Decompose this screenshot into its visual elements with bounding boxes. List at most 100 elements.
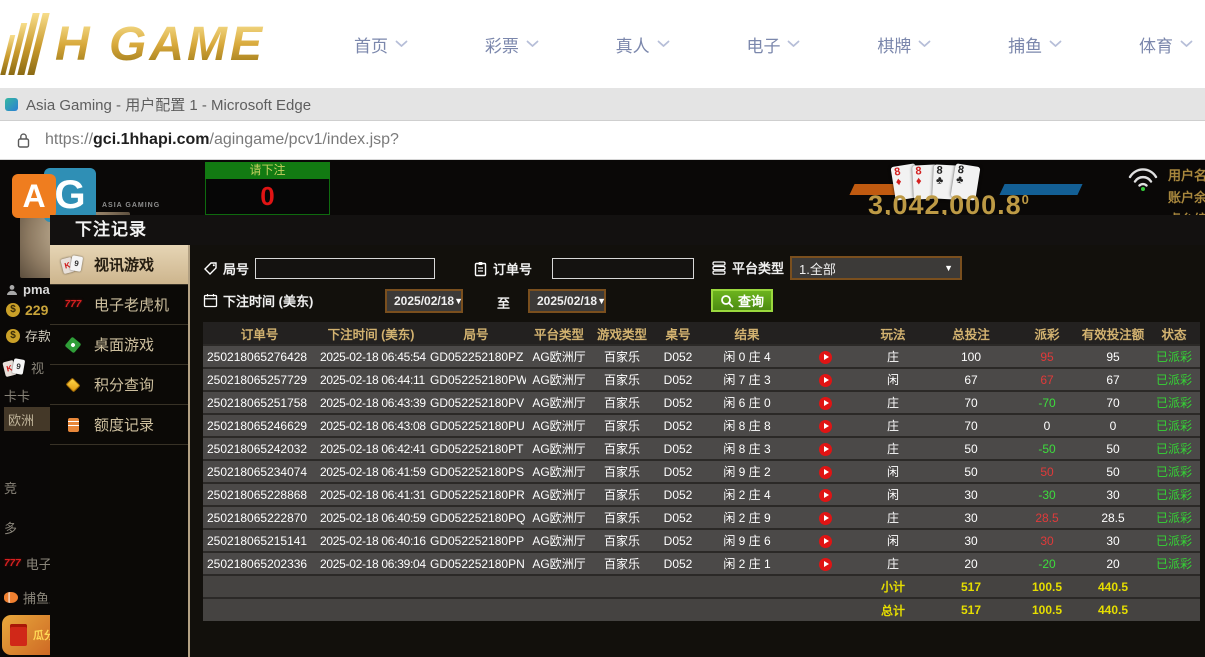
cell-game_type: 百家乐 — [592, 414, 652, 437]
cell-payout: -20 — [1016, 552, 1078, 575]
bg-menu-item-4[interactable]: 多 — [4, 518, 17, 537]
total-row: 总计517100.5440.5 — [203, 598, 1200, 621]
col-header-total_bet: 总投注 — [926, 322, 1016, 345]
total-cell-order_id — [203, 598, 316, 621]
chevron-down-icon — [918, 40, 931, 48]
bg-menu-label: 欧洲 — [8, 410, 34, 429]
round-input[interactable] — [255, 258, 435, 279]
cell-result: 闲 2 庄 4 — [704, 483, 790, 506]
subtotal-cell-game_type — [592, 575, 652, 598]
cell-round_id: GD052252180PW — [426, 368, 526, 391]
cell-status: 已派彩 — [1148, 391, 1200, 414]
modal-content: 局号 订单号 平台类型 1.全部 ▼ — [190, 245, 1205, 657]
subtotal-cell-order_id — [203, 575, 316, 598]
subtotal-cell-valid_bet: 440.5 — [1078, 575, 1148, 598]
cell-status: 已派彩 — [1148, 483, 1200, 506]
sidebar-item-label: 额度记录 — [94, 414, 154, 435]
col-header-round_id: 局号 — [426, 322, 526, 345]
cell-round_id: GD052252180PR — [426, 483, 526, 506]
cell-status: 已派彩 — [1148, 414, 1200, 437]
total-cell-play — [790, 598, 860, 621]
cell-bet_time: 2025-02-18 06:42:41 — [316, 437, 426, 460]
nav-item-label: 真人 — [616, 32, 650, 57]
table-row: 2502180652288682025-02-18 06:41:31GD0522… — [203, 483, 1200, 506]
play-icon[interactable] — [819, 558, 832, 571]
cell-total_bet: 70 — [926, 391, 1016, 414]
window-title: Asia Gaming - 用户配置 1 - Microsoft Edge — [26, 94, 311, 115]
nav-item-5[interactable]: 捕鱼 — [1002, 32, 1068, 57]
play-icon[interactable] — [819, 535, 832, 548]
cell-order_id: 250218065251758 — [203, 391, 316, 414]
sidebar-item-3[interactable]: 积分查询 — [50, 365, 188, 405]
sidebar-item-0[interactable]: K9视讯游戏 — [50, 245, 188, 285]
play-icon[interactable] — [819, 397, 832, 410]
subtotal-cell-total_bet: 517 — [926, 575, 1016, 598]
col-header-result: 结果 — [704, 322, 790, 345]
bg-menu-item-5[interactable]: 777电子 — [4, 554, 52, 573]
bg-menu-item-3[interactable]: 竞 — [4, 478, 17, 497]
subtotal-cell-platform — [526, 575, 592, 598]
nav-item-3[interactable]: 电子 — [740, 32, 806, 57]
sidebar-item-1[interactable]: 777电子老虎机 — [50, 285, 188, 325]
play-icon[interactable] — [819, 466, 832, 479]
table-row: 2502180652023362025-02-18 06:39:04GD0522… — [203, 552, 1200, 575]
nav-item-0[interactable]: 首页 — [348, 32, 414, 57]
cell-table_no: D052 — [652, 552, 704, 575]
tag-icon — [203, 261, 218, 276]
subtotal-cell-status — [1148, 575, 1200, 598]
cell-platform: AG欧洲厅 — [526, 437, 592, 460]
ag-logo-subtitle: ASIA GAMING — [102, 202, 160, 209]
date-from-select[interactable]: 2025/02/18 ▼ — [385, 289, 463, 313]
bg-right-label-1: 账户余额 — [1168, 187, 1205, 206]
logo-text: H GAME — [55, 17, 265, 72]
cell-round_id: GD052252180PN — [426, 552, 526, 575]
sidebar-item-2[interactable]: 桌面游戏 — [50, 325, 188, 365]
order-input[interactable] — [552, 258, 694, 279]
table-row: 2502180652340742025-02-18 06:41:59GD0522… — [203, 460, 1200, 483]
nav-item-1[interactable]: 彩票 — [479, 32, 545, 57]
lock-icon[interactable] — [16, 132, 31, 149]
play-icon[interactable] — [819, 512, 832, 525]
modal-sidebar: K9视讯游戏777电子老虎机桌面游戏积分查询额度记录 — [50, 245, 190, 657]
table-row: 2502180652517582025-02-18 06:43:39GD0522… — [203, 391, 1200, 414]
cell-game_type: 百家乐 — [592, 460, 652, 483]
total-cell-bet_time — [316, 598, 426, 621]
cell-order_id: 250218065234074 — [203, 460, 316, 483]
play-icon[interactable] — [819, 420, 832, 433]
clipboard-icon — [473, 261, 488, 277]
play-icon[interactable] — [819, 443, 832, 456]
cell-game_type: 百家乐 — [592, 391, 652, 414]
cell-round_id: GD052252180PQ — [426, 506, 526, 529]
cell-table_no: D052 — [652, 460, 704, 483]
chevron-down-icon — [657, 40, 670, 48]
order-label: 订单号 — [493, 259, 532, 278]
cell-bet_time: 2025-02-18 06:44:11 — [316, 368, 426, 391]
cell-table_no: D052 — [652, 529, 704, 552]
date-to-select[interactable]: 2025/02/18 ▼ — [528, 289, 606, 313]
cell-result: 闲 8 庄 3 — [704, 437, 790, 460]
url-text[interactable]: https://gci.1hhapi.com/agingame/pcv1/ind… — [45, 131, 399, 149]
play-icon[interactable] — [819, 351, 832, 364]
deposit-button[interactable]: $ 存款 — [6, 326, 51, 345]
logo-bars-icon — [0, 13, 52, 75]
total-cell-total_bet: 517 — [926, 598, 1016, 621]
address-bar[interactable]: https://gci.1hhapi.com/agingame/pcv1/ind… — [0, 121, 1205, 160]
nav-item-2[interactable]: 真人 — [610, 32, 676, 57]
cell-order_id: 250218065276428 — [203, 345, 316, 368]
search-icon — [720, 294, 734, 308]
cell-round_id: GD052252180PV — [426, 391, 526, 414]
cell-valid_bet: 50 — [1078, 460, 1148, 483]
bg-menu-item-1[interactable]: 卡卡 — [4, 386, 30, 405]
play-icon[interactable] — [819, 374, 832, 387]
nav-item-4[interactable]: 棋牌 — [871, 32, 937, 57]
bet-record-modal: 下注记录 K9视讯游戏777电子老虎机桌面游戏积分查询额度记录 局号 订单号 — [50, 215, 1205, 657]
play-icon[interactable] — [819, 489, 832, 502]
col-header-valid_bet: 有效投注额 — [1078, 322, 1148, 345]
filters-panel: 局号 订单号 平台类型 1.全部 ▼ — [190, 245, 1205, 322]
search-button[interactable]: 查询 — [711, 289, 773, 312]
sidebar-item-4[interactable]: 额度记录 — [50, 405, 188, 445]
total-cell-table_no — [652, 598, 704, 621]
nav-item-6[interactable]: 体育 — [1133, 32, 1199, 57]
bg-menu-item-0[interactable]: K9视 — [4, 358, 44, 377]
platform-select[interactable]: 1.全部 ▼ — [790, 256, 962, 280]
